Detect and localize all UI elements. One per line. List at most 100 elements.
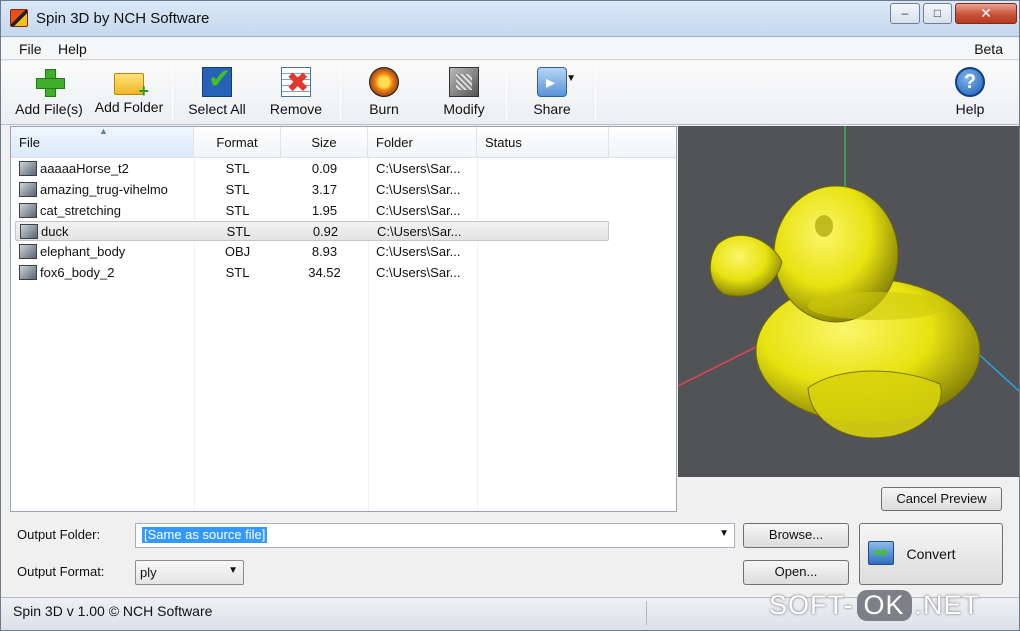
app-logo-icon	[10, 9, 28, 27]
add-folder-icon	[114, 73, 149, 102]
file-row[interactable]: elephant_body OBJ 8.93 C:\Users\Sar...	[15, 242, 609, 262]
file-name: amazing_trug-vihelmo	[40, 182, 168, 197]
browse-button[interactable]: Browse...	[743, 523, 849, 548]
duck-model-render	[678, 126, 1019, 439]
share-icon: ▼	[537, 67, 576, 97]
help-label: Help	[955, 101, 985, 117]
chevron-down-icon[interactable]: ▼	[566, 73, 576, 84]
sort-ascending-icon: ▲	[99, 126, 108, 136]
watermark-pill: OK	[856, 590, 912, 621]
open-button[interactable]: Open...	[743, 560, 849, 585]
modify-button[interactable]: Modify	[435, 65, 493, 121]
file-name: cat_stretching	[40, 203, 121, 218]
file-folder: C:\Users\Sar...	[376, 182, 461, 197]
model-file-icon	[20, 224, 38, 239]
toolbar: Add File(s) Add Folder Select All Remove…	[1, 61, 1019, 125]
output-format-label: Output Format:	[17, 564, 105, 579]
watermark-text: SOFT-	[769, 590, 854, 620]
file-size: 34.52	[308, 265, 341, 280]
add-files-button[interactable]: Add File(s)	[14, 65, 84, 121]
file-folder: C:\Users\Sar...	[377, 224, 462, 239]
output-folder-value: [Same as source file]	[142, 527, 268, 543]
file-format: STL	[225, 161, 250, 176]
model-preview[interactable]	[678, 126, 1019, 477]
status-text: Spin 3D v 1.00 © NCH Software	[13, 603, 213, 619]
file-format: STL	[225, 265, 250, 280]
beta-label: Beta	[974, 41, 1003, 57]
toolbar-separator	[506, 66, 507, 120]
chevron-down-icon: ▼	[228, 565, 238, 576]
add-folder-button[interactable]: Add Folder	[92, 65, 166, 121]
burn-disc-icon	[369, 67, 399, 97]
file-name: duck	[41, 224, 69, 239]
minimize-button[interactable]: –	[890, 3, 920, 24]
menu-help[interactable]: Help	[58, 41, 87, 57]
watermark: SOFT- OK .NET	[769, 590, 980, 621]
model-file-icon	[19, 182, 37, 197]
file-size: 0.09	[311, 161, 338, 176]
column-header-size[interactable]: Size	[281, 127, 368, 157]
app-window: Spin 3D by NCH Software – □ ✕ File Help …	[0, 0, 1020, 631]
file-row[interactable]: cat_stretching STL 1.95 C:\Users\Sar...	[15, 201, 609, 221]
file-row[interactable]: aaaaaHorse_t2 STL 0.09 C:\Users\Sar...	[15, 159, 609, 179]
convert-label: Convert	[906, 546, 956, 562]
file-size: 3.17	[311, 182, 338, 197]
output-folder-label: Output Folder:	[17, 527, 101, 542]
watermark-text: .NET	[914, 590, 981, 620]
file-format: OBJ	[224, 244, 251, 259]
file-size: 1.95	[311, 203, 338, 218]
window-title: Spin 3D by NCH Software	[36, 10, 210, 27]
file-row[interactable]: fox6_body_2 STL 34.52 C:\Users\Sar...	[15, 263, 609, 283]
remove-button[interactable]: Remove	[265, 65, 327, 121]
help-icon: ?	[955, 67, 985, 97]
column-header-label: File	[19, 135, 40, 150]
model-file-icon	[19, 244, 37, 259]
column-header-folder[interactable]: Folder	[368, 127, 477, 157]
file-format: STL	[226, 224, 251, 239]
output-format-value: ply	[140, 565, 157, 580]
status-divider	[646, 601, 647, 625]
file-format: STL	[225, 203, 250, 218]
convert-icon	[868, 540, 894, 565]
remove-icon	[281, 66, 311, 99]
column-header-format[interactable]: Format	[194, 127, 281, 157]
share-label: Share	[533, 101, 571, 117]
file-folder: C:\Users\Sar...	[376, 161, 461, 176]
output-format-select[interactable]: ply ▼	[135, 560, 244, 585]
file-name: elephant_body	[40, 244, 126, 259]
modify-label: Modify	[443, 101, 485, 117]
remove-label: Remove	[269, 101, 323, 117]
add-files-label: Add File(s)	[15, 101, 83, 117]
file-name: fox6_body_2	[40, 265, 115, 280]
column-header-status[interactable]: Status	[477, 127, 609, 157]
menu-bar: File Help Beta	[1, 38, 1019, 60]
title-bar: Spin 3D by NCH Software – □ ✕	[1, 1, 1019, 37]
menu-file[interactable]: File	[19, 41, 42, 57]
chevron-down-icon[interactable]: ▼	[719, 528, 729, 539]
burn-button[interactable]: Burn	[359, 65, 409, 121]
file-row-selected[interactable]: duck STL 0.92 C:\Users\Sar...	[15, 221, 609, 241]
close-button[interactable]: ✕	[955, 3, 1017, 24]
file-name: aaaaaHorse_t2	[40, 161, 129, 176]
help-button[interactable]: ? Help	[947, 65, 993, 121]
column-header-file[interactable]: ▲ File	[11, 126, 194, 157]
file-format: STL	[225, 182, 250, 197]
file-size: 0.92	[312, 224, 339, 239]
maximize-button[interactable]: □	[923, 3, 952, 24]
toolbar-separator	[172, 66, 173, 120]
share-button[interactable]: ▼ Share	[527, 65, 577, 121]
output-folder-combobox[interactable]: [Same as source file] ▼	[135, 523, 735, 548]
select-all-label: Select All	[188, 101, 246, 117]
select-all-icon	[202, 62, 232, 97]
file-list[interactable]: ▲ File Format Size Folder Status aaaaaHo…	[10, 126, 677, 512]
list-header: ▲ File Format Size Folder Status	[11, 126, 676, 158]
add-files-icon	[34, 67, 65, 97]
select-all-button[interactable]: Select All	[185, 62, 249, 121]
convert-button[interactable]: Convert	[859, 523, 1003, 585]
duck-shape	[709, 185, 981, 439]
cancel-preview-button[interactable]: Cancel Preview	[881, 487, 1002, 511]
file-size: 8.93	[311, 244, 338, 259]
modify-icon	[449, 67, 479, 97]
file-row[interactable]: amazing_trug-vihelmo STL 3.17 C:\Users\S…	[15, 180, 609, 200]
model-file-icon	[19, 265, 37, 280]
